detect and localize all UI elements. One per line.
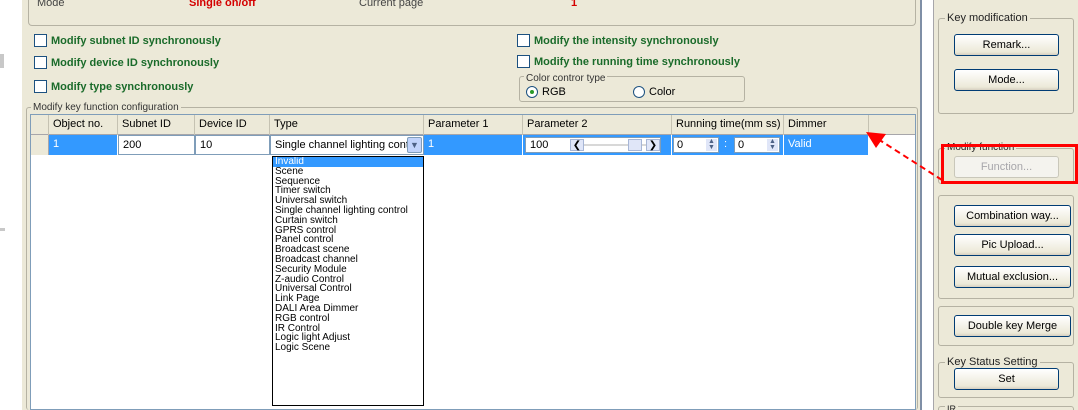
cell-running-time[interactable]: 0 ▲ ▼ : 0 ▲ ▼ [672, 135, 784, 155]
panel-gap [922, 0, 933, 410]
chevron-down-icon[interactable]: ▼ [407, 137, 422, 153]
annotation-arrow [866, 132, 943, 181]
right-panel: Key modification Remark... Mode... Modif… [933, 0, 1078, 410]
checkbox-box[interactable] [34, 34, 47, 47]
cell-dimmer[interactable]: Valid [784, 135, 869, 155]
checkbox-box[interactable] [34, 56, 47, 69]
running-minutes-spinner[interactable]: 0 ▲ ▼ [673, 137, 719, 153]
scroll-right-icon[interactable]: ❯ [646, 139, 660, 151]
checkbox-label: Modify device ID synchronously [51, 56, 220, 69]
config-grid: Object no. Subnet ID Device ID Type Para… [30, 114, 916, 410]
highlight-box [941, 144, 1078, 184]
ir-group: IR [938, 404, 1074, 410]
key-status-legend: Key Status Setting [945, 356, 1040, 368]
function-options-group: Combination way... Pic Upload... Mutual … [938, 195, 1074, 299]
running-time-separator: : [724, 138, 728, 150]
col-type[interactable]: Type [270, 115, 424, 135]
info-strip: Mode Single on/off Current page 1 [28, 0, 916, 26]
modify-type-checkbox[interactable]: Modify type synchronously [34, 80, 193, 93]
double-key-merge-button[interactable]: Double key Merge [954, 315, 1071, 337]
running-minutes-value: 0 [677, 139, 684, 151]
spinner-arrows-icon[interactable]: ▲ ▼ [706, 138, 717, 151]
mutual-exclusion-button[interactable]: Mutual exclusion... [954, 266, 1071, 288]
checkbox-box[interactable] [517, 34, 530, 47]
col-dimmer[interactable]: Dimmer [784, 115, 869, 135]
col-parameter1[interactable]: Parameter 1 [424, 115, 523, 135]
combination-way-button[interactable]: Combination way... [954, 205, 1071, 227]
slider-thumb[interactable] [628, 139, 642, 151]
checkbox-label: Modify subnet ID synchronously [51, 34, 221, 47]
mode-label: Mode [37, 0, 65, 9]
radio-dot[interactable] [526, 86, 538, 98]
radio-color[interactable]: Color [633, 86, 675, 98]
double-key-group: Double key Merge [938, 306, 1074, 346]
radio-label: Color [649, 86, 676, 98]
grid-header: Object no. Subnet ID Device ID Type Para… [31, 115, 915, 135]
cell-parameter1[interactable]: 1 [424, 135, 523, 155]
cell-device-id[interactable]: 10 [195, 135, 270, 155]
annotation-arrow-line [877, 138, 943, 181]
running-seconds-spinner[interactable]: 0 ▲ ▼ [734, 137, 780, 153]
cell-subnet-id[interactable]: 200 [118, 135, 195, 155]
col-subnet-id[interactable]: Subnet ID [118, 115, 195, 135]
modify-intensity-checkbox[interactable]: Modify the intensity synchronously [517, 34, 719, 47]
radio-label: RGB [542, 86, 566, 98]
col-device-id[interactable]: Device ID [195, 115, 270, 135]
parameter2-slider[interactable]: 100 ❮ ❯ [525, 137, 661, 153]
cell-parameter2[interactable]: 100 ❮ ❯ [523, 135, 672, 155]
type-combobox[interactable]: Single channel lighting control ▼ [270, 135, 424, 155]
list-item[interactable]: Logic Scene [273, 343, 423, 353]
ir-legend: IR [945, 404, 958, 410]
current-page-label: Current page [359, 0, 424, 9]
config-legend: Modify key function configuration [31, 102, 181, 113]
radio-rgb[interactable]: RGB [526, 86, 566, 98]
mode-button[interactable]: Mode... [954, 69, 1059, 91]
checkbox-label: Modify type synchronously [51, 80, 194, 93]
cell-object-no[interactable]: 1 [49, 135, 118, 155]
type-dropdown-list[interactable]: Invalid Scene Sequence Timer switch Univ… [272, 156, 424, 406]
scroll-left-icon[interactable]: ❮ [570, 139, 584, 151]
modify-running-time-checkbox[interactable]: Modify the running time synchronously [517, 55, 740, 68]
spinner-arrows-icon[interactable]: ▲ ▼ [767, 138, 778, 151]
color-type-group: Color contror type RGB Color [519, 73, 745, 102]
arrow-head-icon [866, 132, 886, 148]
row-indicator[interactable] [31, 135, 49, 155]
col-parameter2[interactable]: Parameter 2 [523, 115, 672, 135]
checkbox-box[interactable] [517, 55, 530, 68]
key-modification-group: Key modification Remark... Mode... [938, 12, 1074, 114]
row-header-corner [31, 115, 49, 135]
type-combobox-value: Single channel lighting control [275, 139, 422, 151]
remark-button[interactable]: Remark... [954, 34, 1059, 56]
key-status-group: Key Status Setting Set [938, 356, 1074, 398]
key-modification-legend: Key modification [945, 12, 1030, 24]
table-row[interactable]: 1 200 10 Single channel lighting control… [31, 135, 915, 155]
set-button[interactable]: Set [954, 368, 1059, 390]
pic-upload-button[interactable]: Pic Upload... [954, 234, 1071, 256]
col-running-time[interactable]: Running time(mm ss) [672, 115, 784, 135]
left-edge-mark [0, 228, 5, 231]
checkbox-label: Modify the intensity synchronously [534, 34, 719, 47]
checkbox-box[interactable] [34, 80, 47, 93]
mode-value: Single on/off [189, 0, 256, 9]
modify-device-checkbox[interactable]: Modify device ID synchronously [34, 56, 219, 69]
col-object-no[interactable]: Object no. [49, 115, 118, 135]
left-edge-mark [0, 54, 4, 68]
current-page-value: 1 [571, 0, 578, 9]
color-type-legend: Color contror type [524, 73, 608, 84]
running-seconds-value: 0 [738, 139, 745, 151]
checkbox-label: Modify the running time synchronously [534, 55, 740, 68]
modify-subnet-checkbox[interactable]: Modify subnet ID synchronously [34, 34, 221, 47]
parameter2-value: 100 [530, 139, 549, 151]
radio-dot[interactable] [633, 86, 645, 98]
